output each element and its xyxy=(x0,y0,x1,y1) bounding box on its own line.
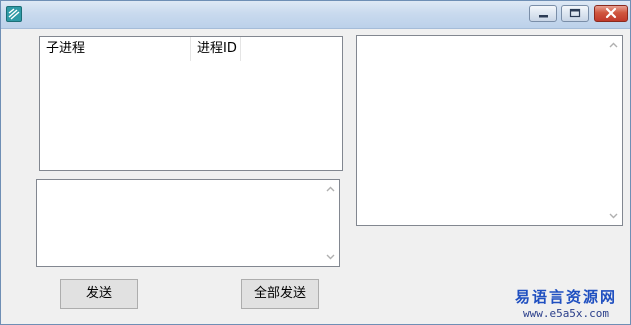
send-all-button[interactable]: 全部发送 xyxy=(241,279,319,309)
watermark: 易语言资源网 www.e5a5x.com xyxy=(506,287,626,321)
maximize-button[interactable] xyxy=(561,5,589,22)
scroll-down-icon[interactable] xyxy=(326,254,335,260)
watermark-url: www.e5a5x.com xyxy=(522,307,610,320)
message-input[interactable] xyxy=(36,179,340,267)
process-list-header: 子进程 进程ID xyxy=(40,37,342,61)
main-window: 子进程 进程ID 发送 全部发送 易语言资源网 www.e5a5x.com xyxy=(0,0,631,325)
title-bar[interactable] xyxy=(1,1,630,29)
scroll-down-icon[interactable] xyxy=(609,213,618,219)
column-header-child-process[interactable]: 子进程 xyxy=(40,37,191,61)
close-button[interactable] xyxy=(594,5,628,22)
scroll-up-icon[interactable] xyxy=(609,42,618,48)
message-input-scrollbar[interactable] xyxy=(322,180,339,266)
minimize-button[interactable] xyxy=(529,5,557,22)
column-header-process-id[interactable]: 进程ID xyxy=(191,37,241,61)
maximize-icon xyxy=(569,8,581,18)
close-icon xyxy=(605,7,617,19)
process-list[interactable]: 子进程 进程ID xyxy=(39,36,343,171)
minimize-icon xyxy=(539,15,548,18)
watermark-title: 易语言资源网 xyxy=(514,288,617,306)
send-button[interactable]: 发送 xyxy=(60,279,138,309)
scroll-up-icon[interactable] xyxy=(326,186,335,192)
app-icon[interactable] xyxy=(6,6,22,22)
output-box[interactable] xyxy=(356,35,623,226)
output-box-scrollbar[interactable] xyxy=(605,36,622,225)
